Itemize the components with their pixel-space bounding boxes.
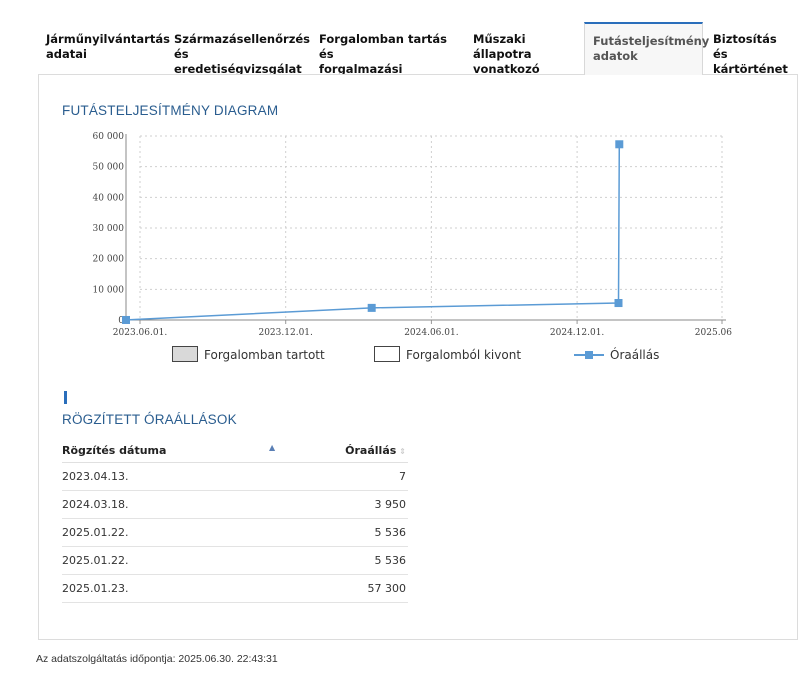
- tab-label-line1: Műszaki állapotra: [473, 32, 532, 61]
- x-tick-label: 2025.06.01.: [695, 328, 732, 338]
- cell-date: 2025.01.23.: [62, 574, 281, 603]
- legend-swatch-white: [374, 346, 400, 362]
- tab-label-line2: adatai: [46, 47, 87, 61]
- x-tick-label: 2023.12.01.: [258, 328, 313, 338]
- y-tick-label: 30 000: [93, 224, 125, 234]
- sort-both-icon[interactable]: ⇕: [399, 447, 406, 456]
- tab-label-line1: Forgalomban tartás és: [319, 32, 447, 61]
- cell-reading: 5 536: [280, 546, 408, 575]
- tab-mileage-data[interactable]: Futásteljesítmény adatok: [584, 22, 710, 75]
- y-tick-label: 10 000: [93, 285, 125, 295]
- tab-label-line1: Biztosítás és: [713, 32, 777, 61]
- cell-reading: 57 300: [280, 574, 408, 603]
- x-tick-label: 2024.12.01.: [550, 328, 605, 338]
- column-header-reading[interactable]: Óraállás ⇕: [280, 438, 408, 463]
- column-header-date[interactable]: Rögzítés dátuma ▲: [62, 438, 281, 463]
- legend-label: Óraállás: [610, 348, 660, 362]
- cell-date: 2024.03.18.: [62, 490, 281, 519]
- tab-vehicle-registry[interactable]: Járműnyilvántartás adatai: [38, 22, 170, 74]
- cell-reading: 5 536: [280, 518, 408, 547]
- column-header-label: Rögzítés dátuma: [62, 443, 167, 457]
- tab-origin-check[interactable]: Származásellenőrzés és eredetiségvizsgál…: [166, 22, 311, 76]
- y-tick-label: 20 000: [93, 255, 125, 265]
- records-table: Rögzítés dátuma ▲ Óraállás ⇕ 2023.04.13. …: [62, 438, 408, 603]
- legend-line-marker-icon: [574, 351, 604, 359]
- data-point-marker: [614, 299, 623, 308]
- section-accent-bar: [64, 391, 67, 404]
- cell-reading: 3 950: [280, 490, 408, 519]
- x-tick-label: 2024.06.01.: [404, 328, 459, 338]
- cell-date: 2025.01.22.: [62, 518, 281, 547]
- mileage-chart: 010 00020 00030 00040 00050 00060 000202…: [93, 132, 733, 338]
- tab-circulation-restrictions[interactable]: Forgalomban tartás és forgalmazási korlá…: [311, 22, 465, 91]
- tab-label-line1: Származásellenőrzés: [174, 32, 311, 46]
- chart-legend: Forgalomban tartott Forgalomból kivont Ó…: [172, 346, 732, 366]
- x-tick-label: 2023.06.01.: [113, 328, 168, 338]
- table-row: 2025.01.23. 57 300: [62, 574, 408, 603]
- data-point-marker: [122, 315, 130, 324]
- data-point-marker: [615, 140, 624, 149]
- data-timestamp-footer: Az adatszolgáltatás időpontja: 2025.06.3…: [36, 653, 278, 665]
- table-row: 2025.01.22. 5 536: [62, 546, 408, 575]
- legend-swatch-gray: [172, 346, 198, 362]
- tab-label-line1: Futásteljesítmény: [593, 34, 710, 48]
- chart-section-title: FUTÁSTELJESÍTMÉNY DIAGRAM: [62, 103, 279, 118]
- tab-label-line2: és eredetiségvizsgálat: [174, 47, 302, 76]
- column-header-label: Óraállás: [345, 443, 397, 457]
- cell-date: 2023.04.13.: [62, 462, 281, 491]
- tab-technical-condition[interactable]: Műszaki állapotra vonatkozó adatok: [465, 22, 586, 91]
- sort-ascending-icon[interactable]: ▲: [269, 443, 275, 452]
- y-tick-label: 50 000: [93, 163, 125, 173]
- legend-label: Forgalomban tartott: [204, 348, 325, 362]
- records-section-title: RÖGZÍTETT ÓRAÁLLÁSOK: [62, 412, 237, 427]
- cell-date: 2025.01.22.: [62, 546, 281, 575]
- tab-label-line2: adatok: [593, 49, 638, 63]
- tab-insurance-damage[interactable]: Biztosítás és kártörténet: [705, 22, 800, 76]
- y-tick-label: 40 000: [93, 193, 125, 203]
- tab-label-line1: Járműnyilvántartás: [46, 32, 170, 46]
- table-row: 2025.01.22. 5 536: [62, 518, 408, 547]
- table-header-row: Rögzítés dátuma ▲ Óraállás ⇕: [62, 438, 408, 463]
- legend-label: Forgalomból kivont: [406, 348, 522, 362]
- y-tick-label: 60 000: [93, 132, 125, 142]
- table-row: 2023.04.13. 7: [62, 462, 408, 491]
- table-row: 2024.03.18. 3 950: [62, 490, 408, 519]
- series-line-odometer: [125, 144, 621, 321]
- cell-reading: 7: [280, 462, 408, 491]
- data-point-marker: [367, 303, 376, 312]
- tab-bar: Járműnyilvántartás adatai Származásellen…: [38, 22, 800, 91]
